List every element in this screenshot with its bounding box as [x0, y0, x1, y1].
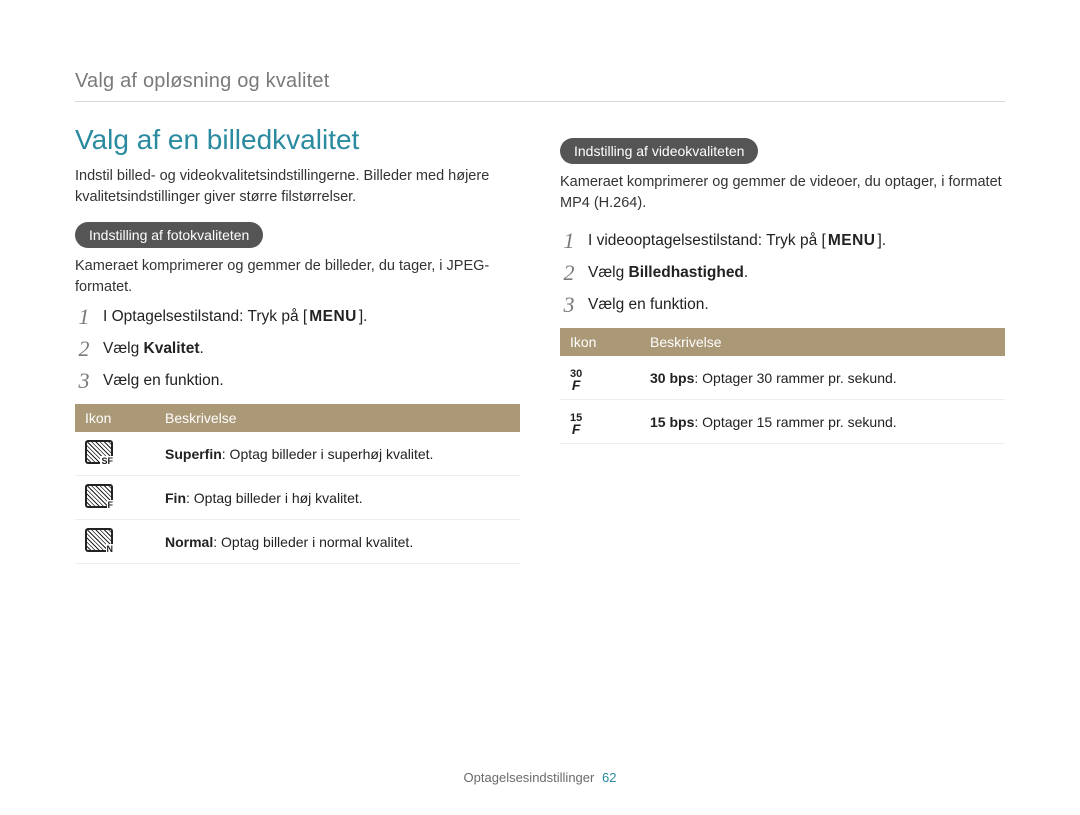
desc-cell: 30 bps: Optager 30 rammer pr. sekund.	[640, 356, 1005, 399]
step-suffix: .	[200, 340, 204, 357]
desc-text: : Optager 15 rammer pr. sekund.	[694, 414, 896, 430]
desc-text: : Optager 30 rammer pr. sekund.	[694, 370, 896, 386]
quality-icon	[85, 484, 113, 508]
footer: Optagelsesindstillinger 62	[0, 770, 1080, 785]
video-quality-heading: Indstilling af videokvaliteten	[560, 138, 758, 164]
fps-icon-cell: 30F	[560, 356, 640, 399]
desc-text: : Optag billeder i superhøj kvalitet.	[222, 446, 434, 462]
desc-bold: Normal	[165, 534, 213, 550]
step-suffix: ].	[877, 232, 886, 249]
desc-cell: 15 bps: Optager 15 rammer pr. sekund.	[640, 400, 1005, 444]
table-row: 30F 30 bps: Optager 30 rammer pr. sekund.	[560, 356, 1005, 399]
step-prefix: I videooptagelsestilstand: Tryk på [	[588, 232, 826, 249]
step-number: 2	[75, 336, 93, 362]
step-number: 2	[560, 260, 578, 286]
quality-icon-cell	[75, 520, 155, 564]
th-icon: Ikon	[560, 328, 640, 356]
table-row: Superfin: Optag billeder i superhøj kval…	[75, 432, 520, 476]
step-suffix: ].	[359, 308, 368, 325]
page-number: 62	[602, 770, 616, 785]
quality-icon-cell	[75, 432, 155, 476]
th-desc: Beskrivelse	[155, 404, 520, 432]
step-3: 3 Vælg en funktion.	[75, 368, 520, 394]
quality-icon	[85, 440, 113, 464]
photo-quality-heading: Indstilling af fotokvaliteten	[75, 222, 263, 248]
desc-bold: 30 bps	[650, 370, 694, 386]
step-2: 2 Vælg Billedhastighed.	[560, 260, 1005, 286]
step-bold: Billedhastighed	[629, 264, 744, 281]
intro-text: Indstil billed- og videokvalitetsindstil…	[75, 166, 520, 208]
desc-bold: Superfin	[165, 446, 222, 462]
photo-quality-desc: Kameraet komprimerer og gemmer de billed…	[75, 256, 520, 298]
step-text: Vælg en funktion.	[103, 372, 224, 390]
step-prefix: I Optagelsestilstand: Tryk på [	[103, 308, 307, 325]
step-prefix: Vælg	[588, 264, 629, 281]
page: Valg af opløsning og kvalitet Valg af en…	[0, 0, 1080, 815]
desc-bold: 15 bps	[650, 414, 694, 430]
th-desc: Beskrivelse	[640, 328, 1005, 356]
menu-icon: MENU	[307, 308, 359, 326]
desc-text: : Optag billeder i høj kvalitet.	[186, 490, 363, 506]
step-number: 1	[560, 228, 578, 254]
page-title: Valg af en billedkvalitet	[75, 124, 520, 156]
photo-steps: 1 I Optagelsestilstand: Tryk på [MENU]. …	[75, 304, 520, 394]
step-text: I Optagelsestilstand: Tryk på [MENU].	[103, 308, 367, 326]
video-quality-table: Ikon Beskrivelse 30F 30 bps: Optager 30 r…	[560, 328, 1005, 444]
desc-cell: Superfin: Optag billeder i superhøj kval…	[155, 432, 520, 476]
step-prefix: Vælg	[103, 340, 144, 357]
left-column: Valg af en billedkvalitet Indstil billed…	[75, 124, 520, 564]
quality-icon	[85, 528, 113, 552]
breadcrumb: Valg af opløsning og kvalitet	[75, 70, 1005, 93]
step-text: Vælg en funktion.	[588, 296, 709, 314]
step-text: I videooptagelsestilstand: Tryk på [MENU…	[588, 232, 886, 250]
step-3: 3 Vælg en funktion.	[560, 292, 1005, 318]
divider	[75, 101, 1005, 102]
step-suffix: .	[744, 264, 748, 281]
step-1: 1 I videooptagelsestilstand: Tryk på [ME…	[560, 228, 1005, 254]
step-number: 3	[75, 368, 93, 394]
desc-cell: Normal: Optag billeder i normal kvalitet…	[155, 520, 520, 564]
quality-icon-cell	[75, 476, 155, 520]
th-icon: Ikon	[75, 404, 155, 432]
columns: Valg af en billedkvalitet Indstil billed…	[75, 124, 1005, 564]
table-row: Normal: Optag billeder i normal kvalitet…	[75, 520, 520, 564]
video-quality-desc: Kameraet komprimerer og gemmer de videoe…	[560, 172, 1005, 214]
step-1: 1 I Optagelsestilstand: Tryk på [MENU].	[75, 304, 520, 330]
step-number: 1	[75, 304, 93, 330]
right-column: Indstilling af videokvaliteten Kameraet …	[560, 124, 1005, 564]
desc-bold: Fin	[165, 490, 186, 506]
table-row: 15F 15 bps: Optager 15 rammer pr. sekund.	[560, 400, 1005, 444]
footer-section: Optagelsesindstillinger	[464, 770, 595, 785]
table-row: Fin: Optag billeder i høj kvalitet.	[75, 476, 520, 520]
desc-cell: Fin: Optag billeder i høj kvalitet.	[155, 476, 520, 520]
fps-icon-cell: 15F	[560, 400, 640, 444]
step-2: 2 Vælg Kvalitet.	[75, 336, 520, 362]
step-number: 3	[560, 292, 578, 318]
fps-icon: 15F	[570, 414, 582, 435]
photo-quality-table: Ikon Beskrivelse Superfin: Optag billede…	[75, 404, 520, 564]
video-steps: 1 I videooptagelsestilstand: Tryk på [ME…	[560, 228, 1005, 318]
step-text: Vælg Kvalitet.	[103, 340, 204, 358]
desc-text: : Optag billeder i normal kvalitet.	[213, 534, 413, 550]
step-bold: Kvalitet	[144, 340, 200, 357]
fps-icon: 30F	[570, 370, 582, 391]
step-text: Vælg Billedhastighed.	[588, 264, 748, 282]
menu-icon: MENU	[826, 232, 878, 250]
